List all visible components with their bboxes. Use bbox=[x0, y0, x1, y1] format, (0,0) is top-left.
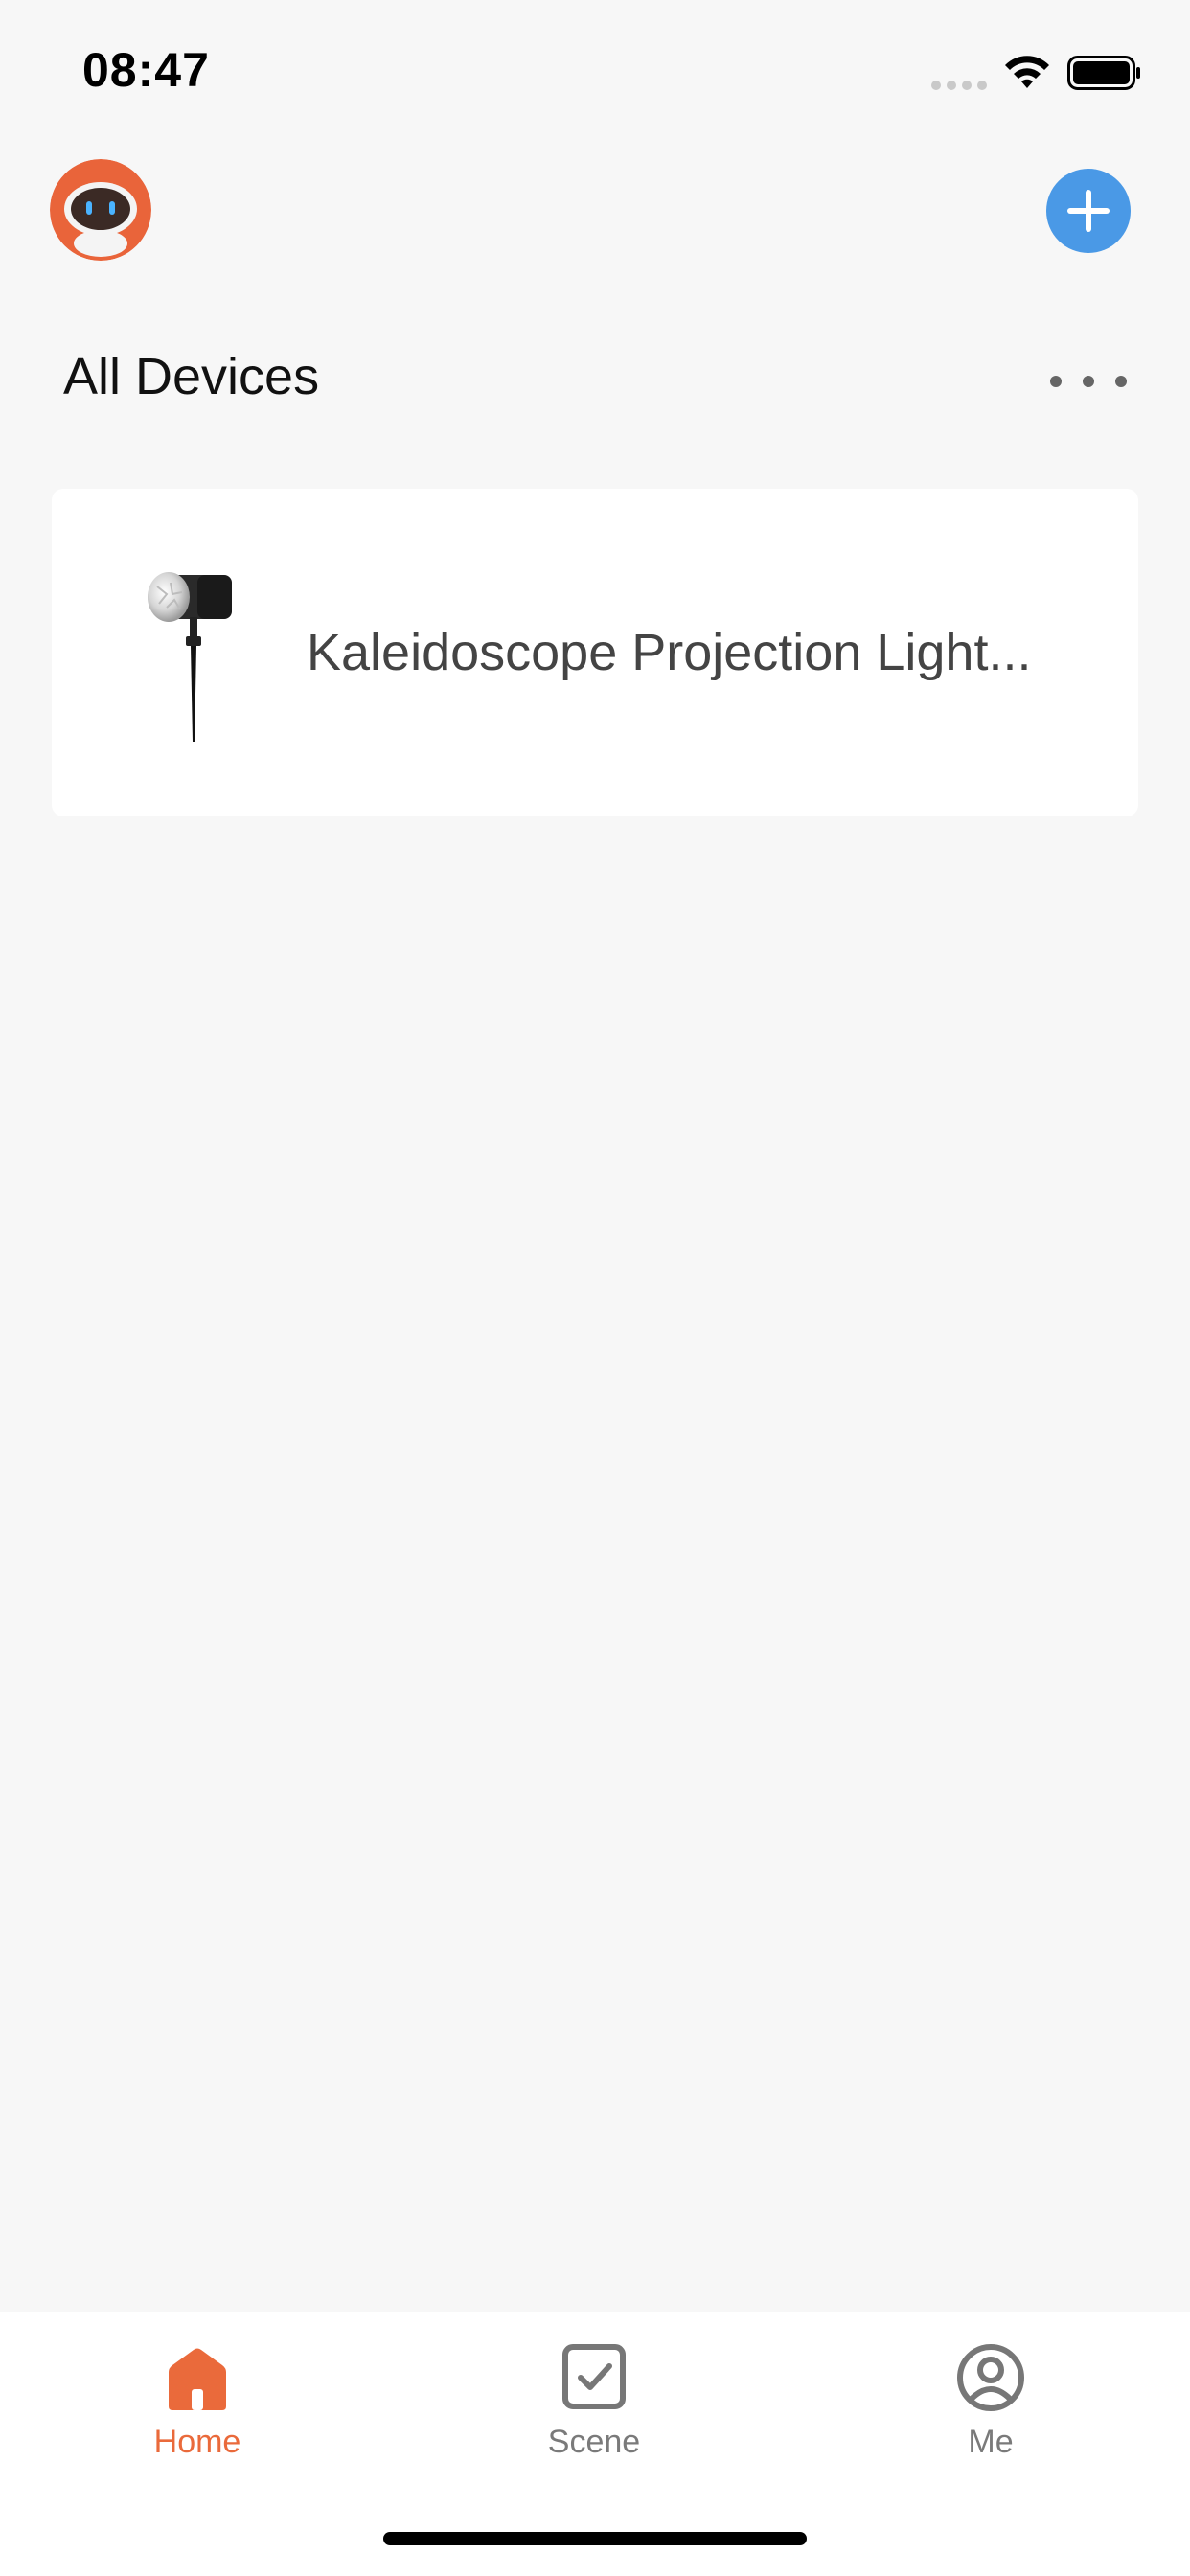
profile-icon bbox=[957, 2344, 1024, 2411]
projection-light-icon bbox=[148, 572, 232, 742]
status-time: 08:47 bbox=[82, 43, 210, 97]
home-indicator[interactable] bbox=[383, 2532, 807, 2545]
scene-checkbox-icon bbox=[562, 2344, 626, 2409]
tab-home[interactable]: Home bbox=[102, 2341, 293, 2485]
tab-scene-label: Scene bbox=[547, 2424, 641, 2460]
tab-me[interactable]: Me bbox=[895, 2341, 1087, 2485]
profile-avatar[interactable] bbox=[50, 159, 151, 261]
section-title: All Devices bbox=[63, 348, 320, 405]
wifi-icon bbox=[1005, 56, 1049, 88]
tab-home-label: Home bbox=[153, 2424, 241, 2460]
status-bar: 08:47 bbox=[0, 0, 1190, 144]
device-name: Kaleidoscope Projection Light... bbox=[307, 624, 1032, 681]
tab-me-label: Me bbox=[968, 2424, 1014, 2460]
more-options-button[interactable] bbox=[1050, 362, 1127, 401]
device-card[interactable]: Kaleidoscope Projection Light... bbox=[52, 489, 1138, 816]
ellipsis-icon bbox=[1050, 376, 1062, 387]
add-device-button[interactable] bbox=[1046, 169, 1131, 253]
home-icon bbox=[169, 2348, 226, 2410]
app-screen: 08:47 All Devices Kaleidoscope Projectio… bbox=[0, 0, 1190, 2576]
battery-icon bbox=[1067, 56, 1140, 90]
robot-avatar-icon bbox=[50, 159, 151, 261]
tab-scene[interactable]: Scene bbox=[498, 2341, 690, 2485]
cellular-signal-icon bbox=[931, 80, 987, 90]
